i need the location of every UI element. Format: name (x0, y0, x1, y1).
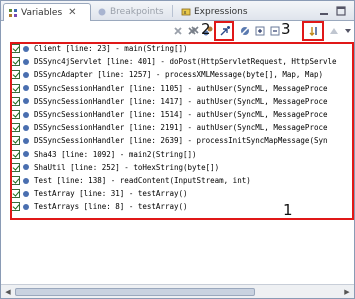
annotation-number-1: 1 (283, 201, 293, 219)
expressions-icon: x (181, 8, 191, 16)
collapse-all-icon[interactable] (268, 24, 282, 38)
annotation-box-1 (10, 42, 354, 220)
tab-breakpoints-label: Breakpoints (110, 7, 164, 17)
maximize-icon[interactable] (334, 4, 348, 18)
annotation-box-2 (214, 21, 234, 41)
scrollbar-thumb[interactable] (15, 288, 255, 296)
tab-bar: Variables ✕ Breakpoints x Expressions (1, 1, 354, 21)
expand-all-icon[interactable] (253, 24, 267, 38)
remove-breakpoint-icon[interactable] (171, 24, 185, 38)
tab-variables[interactable]: Variables ✕ (3, 3, 91, 21)
breakpoints-view: Variables ✕ Breakpoints x Expressions 2 (0, 0, 355, 299)
annotation-number-3: 3 (281, 20, 291, 38)
scroll-left-icon[interactable]: ◀ (3, 287, 13, 297)
add-java-exception-icon[interactable] (327, 24, 341, 38)
annotation-number-2: 2 (201, 20, 211, 38)
breakpoints-toolbar: 2 3 (1, 20, 355, 41)
scroll-right-icon[interactable]: ▶ (342, 287, 352, 297)
remove-all-breakpoints-icon[interactable] (186, 24, 200, 38)
variables-icon (9, 8, 17, 17)
close-icon[interactable]: ✕ (68, 7, 76, 18)
horizontal-scrollbar[interactable]: ◀ ▶ (1, 284, 354, 298)
tab-breakpoints[interactable]: Breakpoints (93, 3, 169, 21)
tab-variables-label: Variables (21, 7, 63, 18)
view-menu-icon[interactable] (341, 24, 355, 38)
minimize-icon[interactable] (317, 4, 331, 18)
svg-text:x: x (184, 10, 187, 16)
skip-all-breakpoints-icon[interactable] (238, 24, 252, 38)
tab-divider (172, 5, 173, 17)
breakpoints-icon (98, 8, 106, 16)
annotation-box-3 (302, 21, 324, 41)
tab-expressions-label: Expressions (194, 7, 248, 17)
tab-expressions[interactable]: x Expressions (177, 3, 257, 21)
